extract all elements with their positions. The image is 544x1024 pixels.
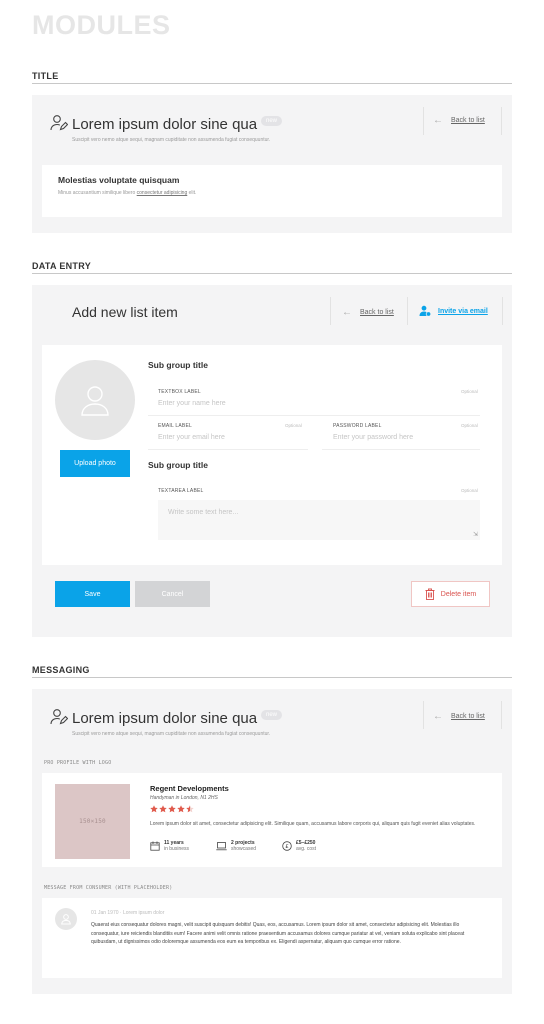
textarea-optional: Optional: [461, 488, 478, 493]
invite-via-email-link[interactable]: Invite via email: [419, 305, 488, 317]
avatar-placeholder[interactable]: [55, 360, 135, 440]
star-icon: [168, 805, 176, 813]
invite-label: Invite via email: [438, 307, 488, 315]
email-label: EMAIL LABEL: [158, 423, 192, 429]
message-meta: 01 Jan 1970 · Lorem ipsum dolor: [91, 910, 165, 916]
back-to-list-link[interactable]: ← Back to list: [433, 711, 485, 722]
message-body: Quaerat eius consequatur dolores magni, …: [91, 922, 465, 945]
sub-group-title: Sub group title: [148, 460, 208, 470]
stat-item: £ £5–£250 avg. cost: [282, 840, 316, 852]
section-label-messaging: MESSAGING: [32, 665, 90, 675]
consumer-message-card: 01 Jan 1970 · Lorem ipsum dolor Quaerat …: [42, 898, 502, 978]
name-input[interactable]: Enter your name here: [158, 400, 480, 407]
data-entry-heading: Add new list item: [72, 304, 178, 320]
card-link[interactable]: consectetur adipisicing: [137, 190, 188, 196]
header-divider: [501, 701, 502, 729]
section-label-title: TITLE: [32, 71, 59, 81]
star-icon: [186, 805, 194, 813]
messaging-panel: Lorem ipsum dolor sine qua new Suscipit …: [32, 689, 512, 994]
section-divider: [32, 273, 512, 274]
arrow-left-icon: ←: [433, 115, 443, 126]
password-optional: Optional: [461, 423, 478, 428]
consumer-avatar: [55, 908, 77, 930]
cancel-button[interactable]: Cancel: [135, 581, 210, 607]
password-label: PASSWORD LABEL: [333, 423, 382, 429]
upload-photo-button[interactable]: Upload photo: [60, 450, 130, 477]
header-divider: [501, 107, 502, 135]
field-underline: [148, 415, 480, 416]
data-entry-panel: Add new list item ← Back to list Invite …: [32, 285, 512, 637]
back-to-list-link[interactable]: ← Back to list: [342, 307, 394, 318]
messaging-heading: Lorem ipsum dolor sine qua: [72, 710, 258, 727]
stat-item: 11 years in business: [150, 840, 189, 852]
description-textarea[interactable]: Write some text here... ⇲: [158, 500, 480, 540]
logo-placeholder-label: 150×150: [79, 818, 106, 825]
textarea-placeholder: Write some text here...: [168, 509, 239, 516]
title-module-heading: Lorem ipsum dolor sine qua: [72, 116, 258, 133]
field-underline: [148, 449, 308, 450]
back-to-list-label: Back to list: [360, 309, 394, 316]
star-icon: [150, 805, 158, 813]
back-to-list-label: Back to list: [451, 713, 485, 720]
header-divider: [423, 107, 424, 135]
pound-icon: £: [282, 841, 292, 851]
new-badge: new: [261, 710, 283, 720]
card-text: Minus accusantium similique libero conse…: [58, 190, 197, 196]
section-label-data-entry: DATA ENTRY: [32, 261, 91, 271]
star-icon: [177, 805, 185, 813]
email-optional: Optional: [285, 423, 302, 428]
card-title: Molestias voluptate quisquam: [58, 175, 180, 185]
stat-label: avg. cost: [296, 846, 317, 852]
stat-label: showcased: [231, 846, 257, 852]
pro-description: Lorem ipsum dolor sit amet, consectetur …: [150, 821, 476, 827]
header-divider: [407, 297, 408, 325]
title-module-subtitle: Suscipit vero nemo atque sequi, magnam c…: [72, 137, 271, 143]
user-icon: [81, 386, 109, 416]
delete-item-button[interactable]: Delete item: [411, 581, 490, 607]
back-to-list-link[interactable]: ← Back to list: [433, 115, 485, 126]
header-divider: [502, 297, 503, 325]
section-divider: [32, 83, 512, 84]
stat-label: in business: [164, 846, 190, 852]
save-button[interactable]: Save: [55, 581, 130, 607]
header-divider: [330, 297, 331, 325]
email-input[interactable]: Enter your email here: [158, 434, 225, 441]
textbox-label: TEXTBOX LABEL: [158, 389, 201, 395]
section-divider: [32, 677, 512, 678]
arrow-left-icon: ←: [433, 711, 443, 722]
resize-handle-icon[interactable]: ⇲: [473, 531, 478, 538]
message-caption: MESSAGE FROM CONSUMER (WITH PLACEHOLDER): [44, 885, 173, 891]
user-edit-icon: [50, 708, 68, 726]
title-module-panel: Lorem ipsum dolor sine qua new Suscipit …: [32, 95, 512, 233]
user-icon: [61, 914, 71, 925]
new-badge: new: [261, 116, 283, 126]
page-title: MODULES: [32, 10, 171, 40]
password-input[interactable]: Enter your password here: [333, 434, 413, 441]
field-underline: [322, 449, 480, 450]
header-divider: [423, 701, 424, 729]
profile-caption: PRO PROFILE WITH LOGO: [44, 760, 112, 766]
delete-item-label: Delete item: [440, 590, 477, 598]
textarea-label: TEXTAREA LABEL: [158, 488, 204, 494]
textbox-optional: Optional: [461, 389, 478, 394]
star-rating: [150, 805, 194, 813]
sub-group-title: Sub group title: [148, 360, 208, 370]
trash-icon: [425, 588, 435, 600]
user-edit-icon: [50, 114, 68, 132]
svg-text:£: £: [285, 844, 289, 850]
pro-location: Handyman in London, N1 2HS: [150, 795, 218, 801]
pro-name[interactable]: Regent Developments: [150, 784, 229, 793]
company-logo-placeholder: 150×150: [55, 784, 130, 859]
messaging-subtitle: Suscipit vero nemo atque sequi, magnam c…: [72, 731, 271, 737]
arrow-left-icon: ←: [342, 307, 352, 318]
star-icon: [159, 805, 167, 813]
user-add-icon: [419, 305, 431, 317]
laptop-icon: [216, 841, 227, 851]
stat-item: 2 projects showcased: [216, 840, 256, 852]
data-entry-form-card: Upload photo Sub group title TEXTBOX LAB…: [42, 345, 502, 565]
pro-profile-card: 150×150 Regent Developments Handyman in …: [42, 773, 502, 867]
title-module-card: Molestias voluptate quisquam Minus accus…: [42, 165, 502, 217]
calendar-icon: [150, 841, 160, 851]
back-to-list-label: Back to list: [451, 117, 485, 124]
